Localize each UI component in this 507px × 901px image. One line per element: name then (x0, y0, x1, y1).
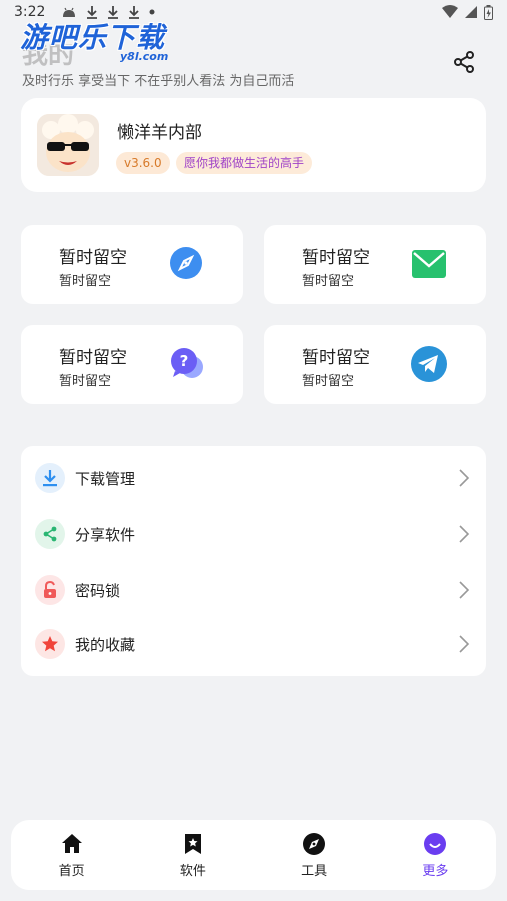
nav-item-more[interactable]: 更多 (375, 820, 496, 890)
page-subtitle: 及时行乐 享受当下 不在乎别人看法 为自己而活 (22, 74, 295, 89)
tile-2[interactable]: 暂时留空 暂时留空 (264, 225, 486, 304)
tile-1[interactable]: 暂时留空 暂时留空 (21, 225, 243, 304)
menu-item-download-manager[interactable]: 下载管理 (21, 452, 486, 504)
nav-label: 软件 (179, 863, 206, 879)
nav-label: 更多 (422, 863, 449, 879)
profile-card[interactable]: 懒洋羊内部 v3.6.0 愿你我都做生活的高手 (21, 98, 486, 192)
chevron-right-icon (459, 525, 470, 543)
dot-icon (149, 9, 155, 15)
chevron-right-icon (459, 581, 470, 599)
tile-subtitle: 暂时留空 (59, 374, 112, 389)
menu-label: 密码锁 (75, 581, 121, 600)
lock-icon (35, 575, 65, 605)
menu-label: 下载管理 (75, 469, 136, 488)
battery-icon (484, 4, 493, 20)
nav-item-tools[interactable]: 工具 (254, 820, 375, 890)
question-chat-icon: ? (171, 348, 203, 378)
menu-list: 下载管理 分享软件 密码锁 我的收藏 (21, 446, 486, 676)
mail-icon (412, 250, 446, 278)
menu-item-share-software[interactable]: 分享软件 (21, 508, 486, 560)
menu-label: 我的收藏 (75, 635, 136, 654)
bottom-nav: 首页 软件 工具 更多 (11, 820, 496, 890)
nav-label: 工具 (301, 863, 328, 879)
compass-icon (170, 247, 202, 279)
bookmark-icon (184, 833, 201, 854)
tile-subtitle: 暂时留空 (59, 274, 112, 289)
tile-title: 暂时留空 (302, 248, 370, 268)
menu-label: 分享软件 (75, 525, 136, 544)
star-icon (35, 629, 65, 659)
share-icon (35, 519, 65, 549)
motto-badge: 愿你我都做生活的高手 (176, 152, 313, 174)
chevron-right-icon (459, 635, 470, 653)
telegram-icon (411, 346, 447, 382)
smile-icon (424, 832, 447, 855)
signal-icon (465, 6, 477, 18)
tile-3[interactable]: 暂时留空 暂时留空 ? (21, 325, 243, 404)
tile-title: 暂时留空 (59, 348, 127, 368)
tile-subtitle: 暂时留空 (302, 274, 355, 289)
nav-item-software[interactable]: 软件 (132, 820, 253, 890)
version-badge: v3.6.0 (116, 152, 170, 174)
lazy-sheep-avatar-icon (37, 114, 99, 176)
tile-4[interactable]: 暂时留空 暂时留空 (264, 325, 486, 404)
nav-item-home[interactable]: 首页 (11, 820, 132, 890)
menu-item-my-favorites[interactable]: 我的收藏 (21, 618, 486, 670)
tile-subtitle: 暂时留空 (302, 374, 355, 389)
avatar[interactable] (37, 114, 99, 176)
home-icon (61, 833, 82, 853)
share-icon[interactable] (452, 50, 476, 74)
profile-name: 懒洋羊内部 (117, 123, 202, 143)
download-icon (35, 463, 65, 493)
compass-icon (303, 832, 326, 855)
nav-label: 首页 (58, 863, 85, 879)
svg-text:?: ? (180, 352, 189, 370)
tile-title: 暂时留空 (59, 248, 127, 268)
menu-item-password-lock[interactable]: 密码锁 (21, 564, 486, 616)
chevron-right-icon (459, 469, 470, 487)
wifi-icon (442, 5, 458, 18)
tile-title: 暂时留空 (302, 348, 370, 368)
watermark-sub: y8l.com (120, 50, 169, 63)
